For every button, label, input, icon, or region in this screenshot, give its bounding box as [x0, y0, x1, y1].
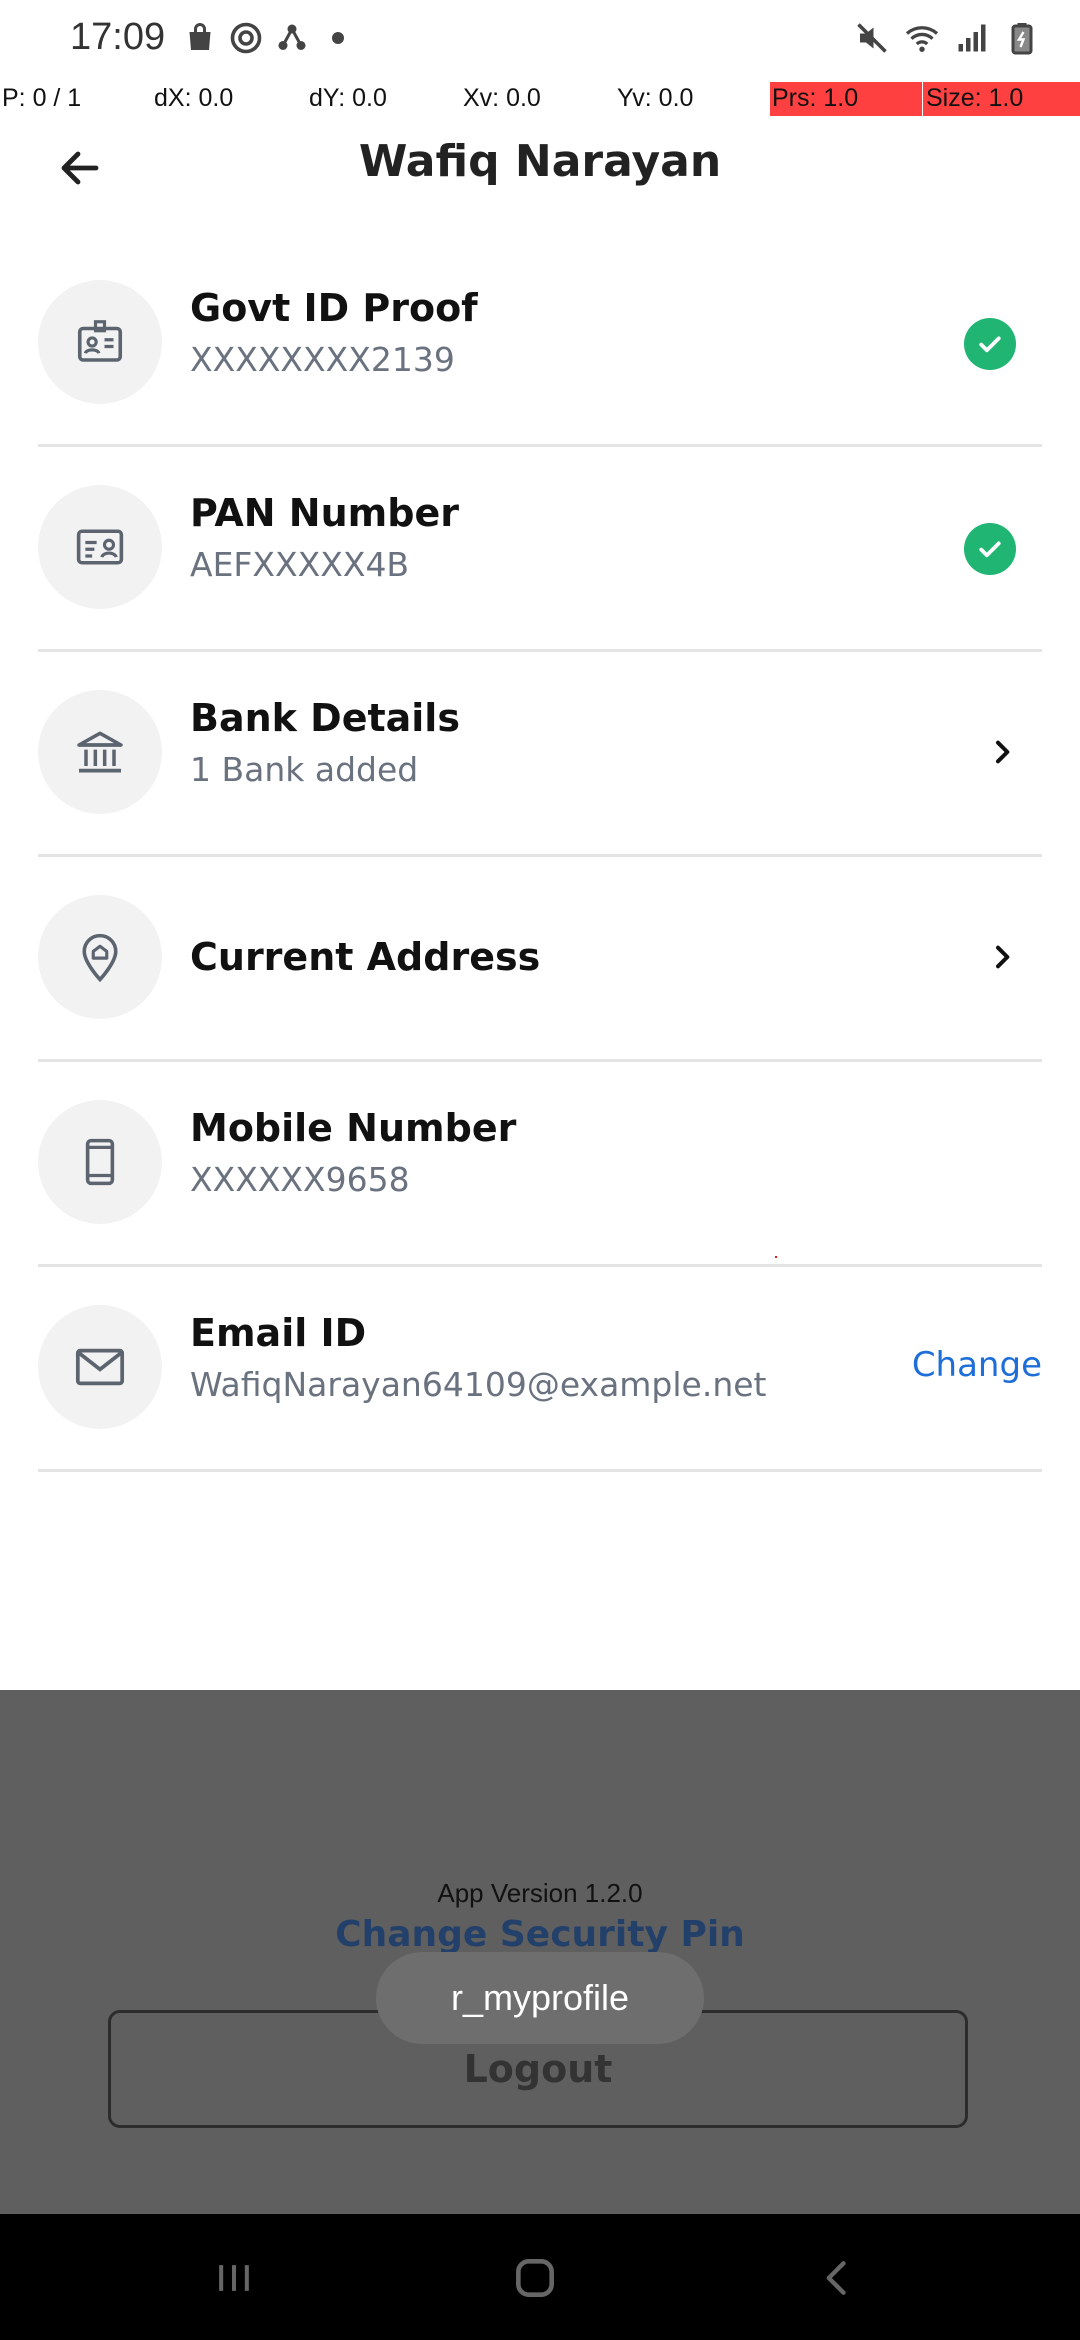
row-mobile-number[interactable]: Mobile Number XXXXXX9658	[38, 1060, 1042, 1267]
mute-icon	[857, 23, 887, 53]
debug-dy: dY: 0.0	[309, 84, 387, 112]
debug-pointer-count: P: 0 / 1	[2, 84, 82, 112]
row-subtitle: 1 Bank added	[190, 750, 419, 789]
status-icons-right	[854, 20, 1040, 56]
change-email-link[interactable]: Change	[912, 1345, 1042, 1385]
page-title: Wafiq Narayan	[358, 136, 722, 187]
row-title: Bank Details	[190, 696, 460, 740]
pointer-debug-overlay: P: 0 / 1 dX: 0.0 dY: 0.0 Xv: 0.0 Yv: 0.0…	[0, 82, 1080, 118]
row-subtitle: XXXXXX9658	[190, 1160, 410, 1199]
row-current-address[interactable]: Current Address	[38, 855, 1042, 1062]
home-icon[interactable]	[505, 2250, 565, 2306]
shopping-bag-icon	[189, 23, 211, 50]
row-title: Mobile Number	[190, 1106, 517, 1150]
row-subtitle: XXXXXXXX2139	[190, 340, 455, 379]
recents-icon[interactable]	[204, 2250, 264, 2306]
debug-dx: dX: 0.0	[154, 84, 234, 112]
mobile-icon	[38, 1100, 162, 1224]
debug-pressure: Prs: 1.0	[770, 82, 922, 116]
wifi-icon	[905, 26, 939, 52]
status-bar: 17:09	[0, 0, 1080, 80]
debug-xv: Xv: 0.0	[463, 84, 541, 112]
app-header: Wafiq Narayan	[0, 118, 1080, 208]
debug-size: Size: 1.0	[923, 82, 1080, 116]
touch-trace-dot	[775, 1256, 777, 1258]
dot-icon	[332, 32, 344, 44]
row-title: Govt ID Proof	[190, 286, 478, 330]
row-subtitle: WafiqNarayan64109@example.net	[190, 1365, 767, 1404]
row-subtitle: AEFXXXXX4B	[190, 545, 410, 584]
row-pan-number[interactable]: PAN Number AEFXXXXX4B	[38, 445, 1042, 652]
battery-icon	[1011, 23, 1033, 55]
row-title: PAN Number	[190, 491, 459, 535]
signal-icon	[958, 24, 986, 52]
mail-icon	[38, 1305, 162, 1429]
location-pin-icon	[38, 895, 162, 1019]
bank-icon	[38, 690, 162, 814]
pan-card-icon	[38, 485, 162, 609]
app-version: App Version 1.2.0	[437, 1878, 643, 1908]
share-icon	[278, 24, 306, 50]
id-card-icon	[38, 280, 162, 404]
verified-check-icon	[964, 523, 1016, 575]
chevron-right-icon	[982, 937, 1022, 977]
status-time: 17:09	[70, 16, 166, 58]
change-security-pin-link[interactable]: Change Security Pin	[0, 1914, 1080, 1955]
system-nav-bar	[0, 2214, 1080, 2340]
row-title: Current Address	[190, 935, 541, 979]
status-icons-left	[182, 20, 356, 56]
back-icon[interactable]	[808, 2250, 868, 2306]
row-title: Email ID	[190, 1311, 367, 1355]
row-govt-id-proof[interactable]: Govt ID Proof XXXXXXXX2139	[38, 240, 1042, 447]
toast-message: r_myprofile	[376, 1952, 704, 2044]
row-email-id: Email ID WafiqNarayan64109@example.net C…	[38, 1265, 1042, 1472]
sync-icon	[230, 22, 262, 54]
row-bank-details[interactable]: Bank Details 1 Bank added	[38, 650, 1042, 857]
debug-yv: Yv: 0.0	[617, 84, 694, 112]
chevron-right-icon	[982, 732, 1022, 772]
verified-check-icon	[964, 318, 1016, 370]
